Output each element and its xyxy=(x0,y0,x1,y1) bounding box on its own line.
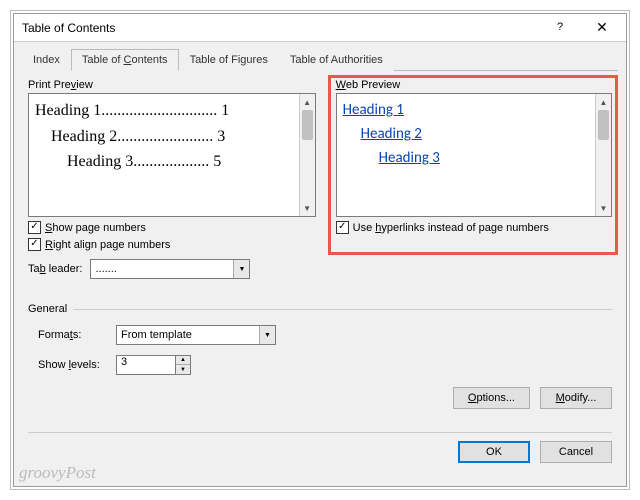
chevron-down-icon[interactable]: ▼ xyxy=(176,365,190,374)
right-align-page-numbers-checkbox[interactable]: Right align page numbers xyxy=(28,238,316,251)
chevron-down-icon[interactable]: ▼ xyxy=(233,260,249,278)
titlebar: Table of Contents ? ✕ xyxy=(14,14,626,42)
print-preview-label: Print Preview xyxy=(28,79,316,91)
cancel-button[interactable]: Cancel xyxy=(540,441,612,463)
chevron-down-icon[interactable]: ▼ xyxy=(300,200,315,216)
print-line: Heading 2........................ 3 xyxy=(35,124,293,150)
options-button[interactable]: Options... xyxy=(453,387,530,409)
web-preview-scrollbar[interactable]: ▲ ▼ xyxy=(595,94,611,216)
formats-label: Formats: xyxy=(38,329,108,341)
formats-combo[interactable]: From template ▼ xyxy=(116,325,276,345)
show-page-numbers-checkbox[interactable]: Show page numbers xyxy=(28,221,316,234)
chevron-down-icon[interactable]: ▼ xyxy=(259,326,275,344)
modify-button[interactable]: Modify... xyxy=(540,387,612,409)
tab-leader-combo[interactable]: ....... ▼ xyxy=(90,259,250,279)
tab-table-of-contents[interactable]: Table of Contents xyxy=(71,49,179,71)
chevron-down-icon[interactable]: ▼ xyxy=(596,200,611,216)
dialog-window: Table of Contents ? ✕ Index Table of Con… xyxy=(13,13,627,487)
print-line: Heading 1............................. 1 xyxy=(35,98,293,124)
checkbox-icon xyxy=(28,221,41,234)
checkbox-icon xyxy=(28,238,41,251)
show-levels-spinner[interactable]: 3 ▲▼ xyxy=(116,355,191,375)
web-line: Heading 2 xyxy=(343,122,589,146)
separator xyxy=(73,309,612,310)
use-hyperlinks-checkbox[interactable]: Use hyperlinks instead of page numbers xyxy=(336,221,612,234)
chevron-up-icon[interactable]: ▲ xyxy=(596,94,611,110)
general-section-label: General xyxy=(28,303,67,315)
tab-table-of-authorities[interactable]: Table of Authorities xyxy=(279,49,394,71)
close-button[interactable]: ✕ xyxy=(582,14,622,40)
checkbox-icon xyxy=(336,221,349,234)
print-line: Heading 3................... 5 xyxy=(35,149,293,175)
web-line: Heading 1 xyxy=(343,98,589,122)
dialog-title: Table of Contents xyxy=(22,21,115,35)
web-preview-label: Web Preview xyxy=(336,79,612,91)
tab-leader-label: Tab leader: xyxy=(28,263,82,275)
tab-index[interactable]: Index xyxy=(22,49,71,71)
ok-button[interactable]: OK xyxy=(458,441,530,463)
chevron-up-icon[interactable]: ▲ xyxy=(176,356,190,365)
show-levels-label: Show levels: xyxy=(38,359,108,371)
watermark: groovyPost xyxy=(19,463,96,483)
help-button[interactable]: ? xyxy=(540,14,580,40)
print-preview-scrollbar[interactable]: ▲ ▼ xyxy=(299,94,315,216)
chevron-up-icon[interactable]: ▲ xyxy=(300,94,315,110)
web-preview-box: Heading 1 Heading 2 Heading 3 ▲ ▼ xyxy=(336,93,612,217)
print-preview-box: Heading 1............................. 1… xyxy=(28,93,316,217)
tab-strip: Index Table of Contents Table of Figures… xyxy=(22,48,618,71)
tab-table-of-figures[interactable]: Table of Figures xyxy=(179,49,279,71)
close-icon: ✕ xyxy=(596,19,608,36)
web-line: Heading 3 xyxy=(343,146,589,170)
